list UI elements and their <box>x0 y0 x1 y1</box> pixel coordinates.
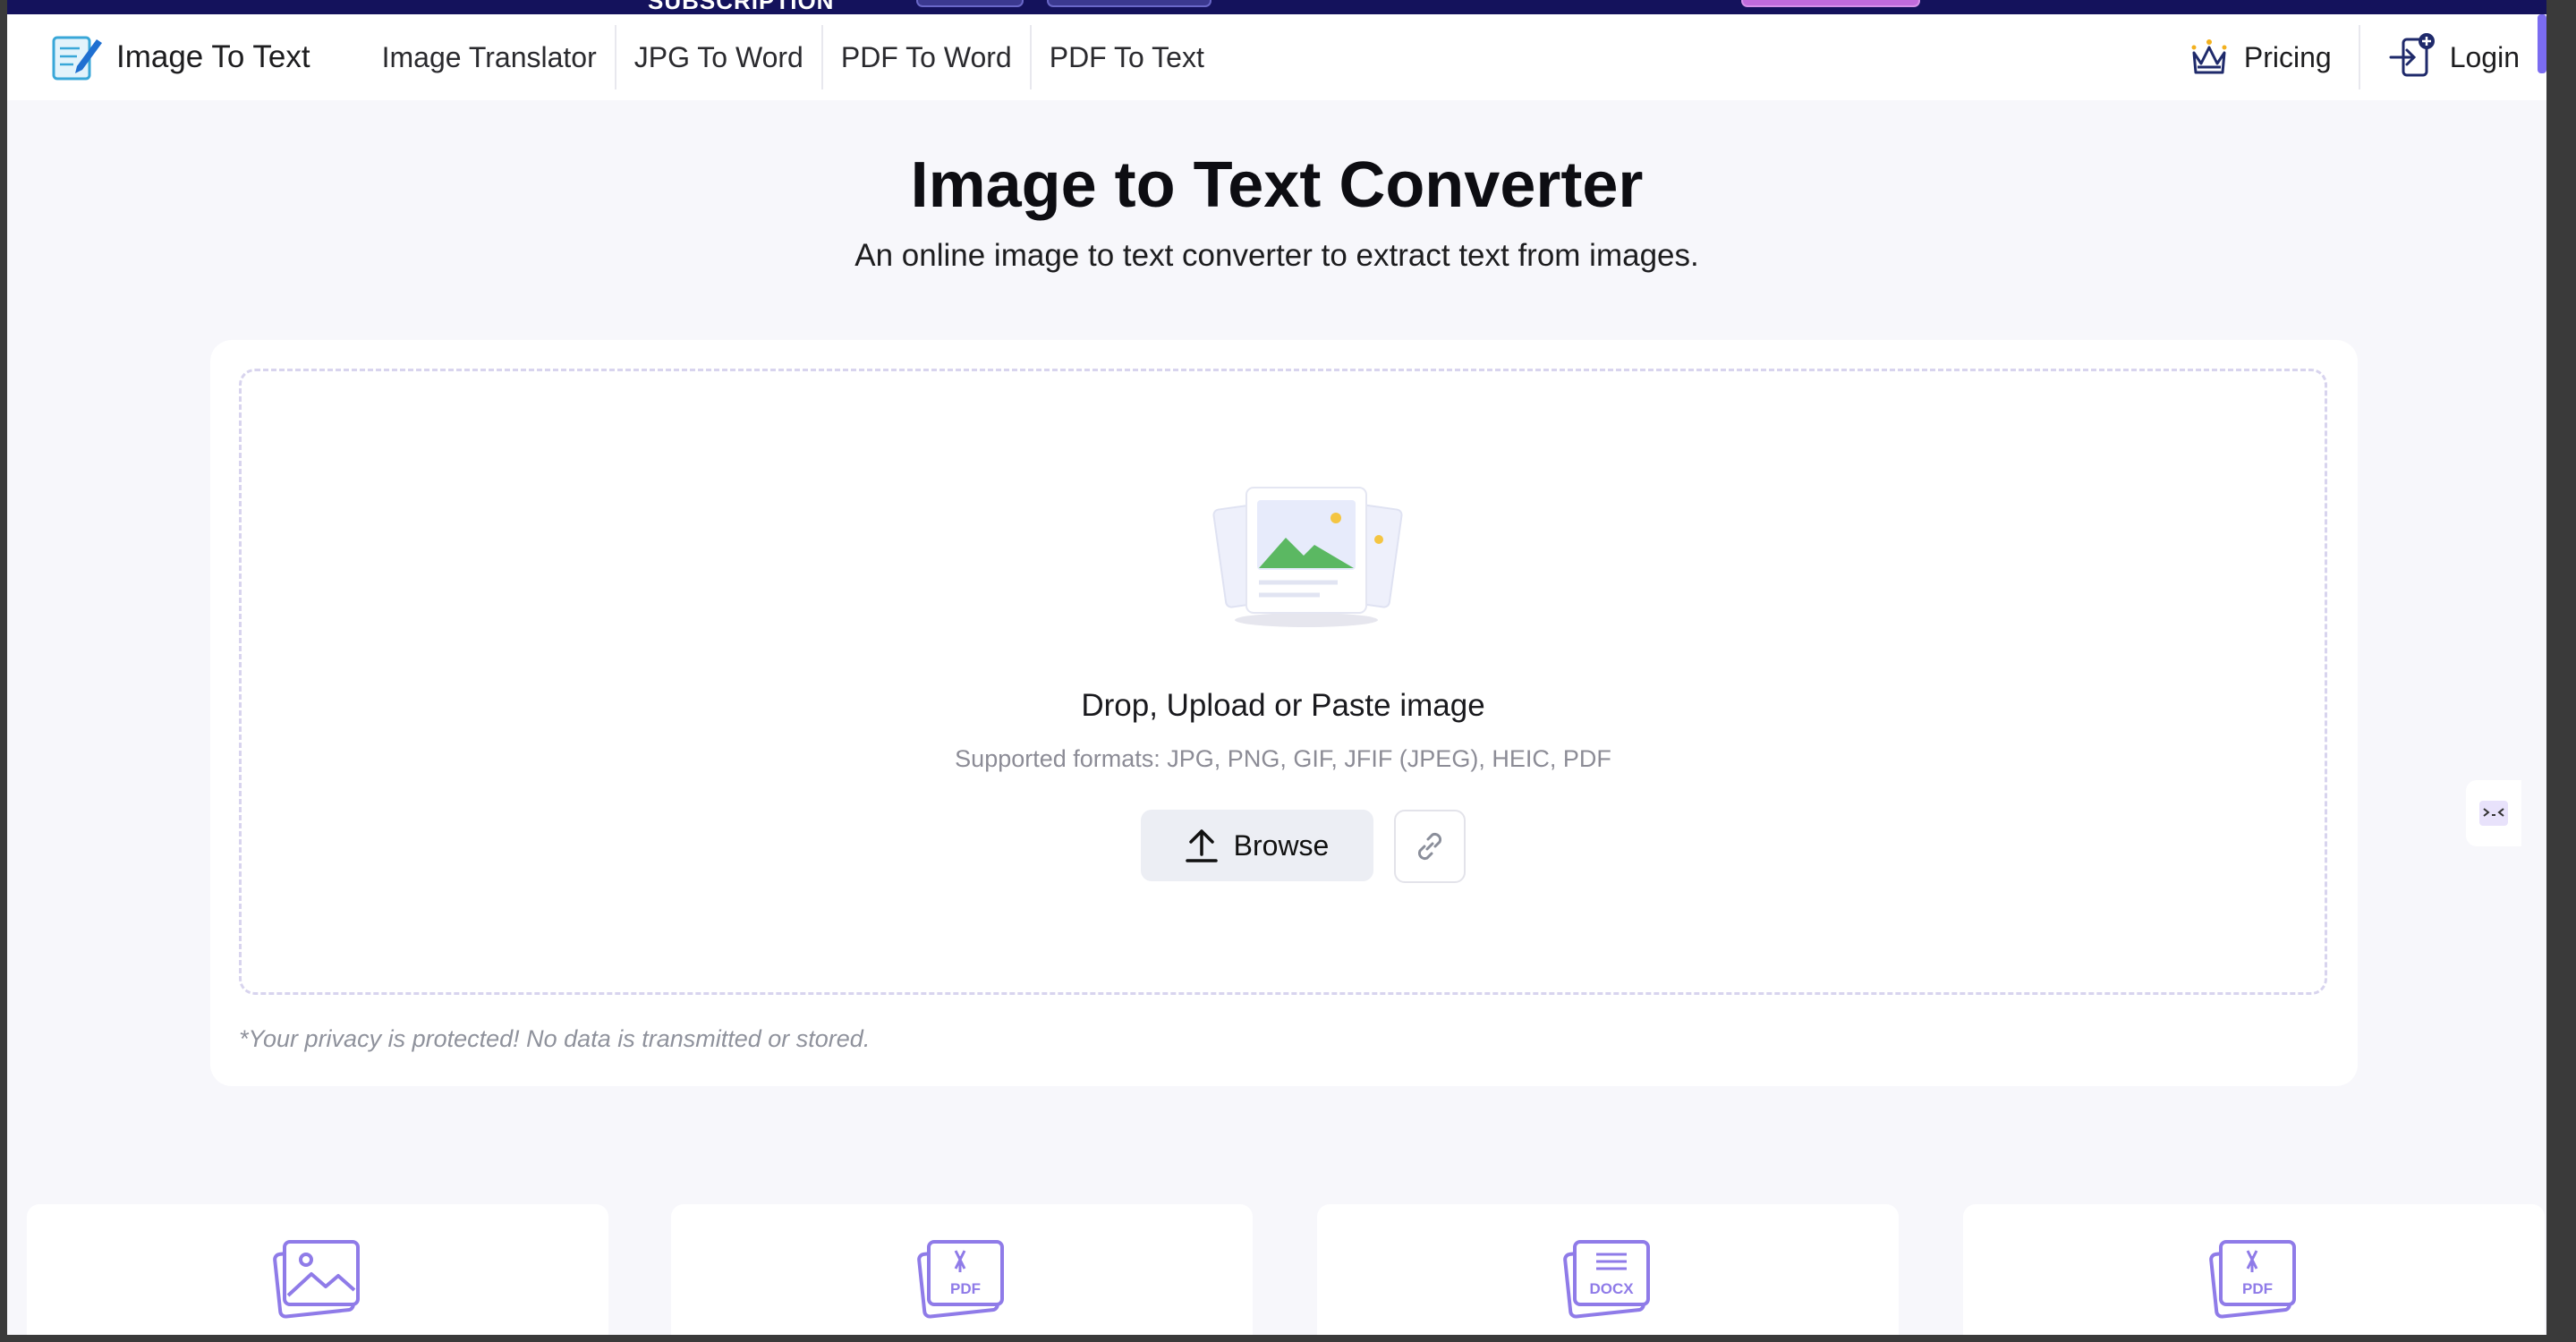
login-link[interactable]: Login <box>2360 25 2546 89</box>
pricing-link[interactable]: Pricing <box>2160 25 2359 89</box>
docx-file-icon: DOCX <box>1563 1240 1650 1319</box>
login-icon <box>2389 33 2435 77</box>
tool-card-pdf-text[interactable]: PDF <box>1963 1204 2545 1335</box>
pdf-file-icon: PDF <box>917 1240 1004 1319</box>
pdf-badge: PDF <box>2242 1280 2273 1297</box>
docx-badge: DOCX <box>1589 1280 1634 1297</box>
pdf-file-icon: PDF <box>2209 1240 2296 1319</box>
nav-jpg-to-word[interactable]: JPG To Word <box>616 25 823 89</box>
side-panel-toggle[interactable] <box>2466 780 2521 846</box>
banner-text: SUBSCRIPTION <box>648 0 835 14</box>
browser-viewport: SUBSCRIPTION Image To Text Image Transla… <box>7 0 2546 1335</box>
link-icon <box>1417 832 1442 861</box>
nav-pdf-to-word[interactable]: PDF To Word <box>823 25 1032 89</box>
crown-icon <box>2191 39 2227 74</box>
image-icon <box>273 1240 360 1319</box>
browse-button[interactable]: Browse <box>1141 810 1373 881</box>
browse-label: Browse <box>1233 828 1330 862</box>
nav-pdf-to-text[interactable]: PDF To Text <box>1032 25 1222 89</box>
pricing-label: Pricing <box>2243 40 2332 73</box>
drop-zone[interactable]: Drop, Upload or Paste image Supported fo… <box>239 369 2327 995</box>
brand-logo[interactable]: Image To Text <box>50 32 310 82</box>
promo-banner[interactable]: SUBSCRIPTION <box>7 0 2546 14</box>
banner-pill <box>1047 0 1211 7</box>
privacy-note: *Your privacy is protected! No data is t… <box>239 1025 871 1052</box>
expand-panel-icon <box>2479 801 2508 826</box>
banner-cta[interactable] <box>1741 0 1920 7</box>
login-label: Login <box>2449 40 2520 73</box>
paste-url-button[interactable] <box>1394 810 1466 883</box>
upload-arrow-icon <box>1185 829 1218 862</box>
top-navbar: Image To Text Image Translator JPG To Wo… <box>7 14 2546 100</box>
upload-card: Drop, Upload or Paste image Supported fo… <box>210 340 2358 1086</box>
main-nav: Image Translator JPG To Word PDF To Word… <box>364 25 1222 89</box>
notepad-pen-icon <box>52 36 102 81</box>
drop-prompt: Drop, Upload or Paste image <box>1081 688 1485 723</box>
tool-card-image[interactable] <box>27 1204 608 1335</box>
image-upload-illustration-icon <box>1212 487 1403 627</box>
scrollbar-thumb[interactable] <box>2538 14 2546 73</box>
page-subtitle: An online image to text converter to ext… <box>854 238 1699 273</box>
brand-name: Image To Text <box>116 39 310 74</box>
nav-actions: Pricing Login <box>2160 14 2546 100</box>
supported-formats: Supported formats: JPG, PNG, GIF, JFIF (… <box>955 745 1611 772</box>
page-title: Image to Text Converter <box>910 149 1644 221</box>
tool-card-docx[interactable]: DOCX <box>1317 1204 1899 1335</box>
banner-pill <box>916 0 1024 7</box>
tool-card-pdf[interactable]: PDF <box>671 1204 1253 1335</box>
pdf-badge: PDF <box>950 1280 981 1297</box>
nav-image-translator[interactable]: Image Translator <box>364 25 616 89</box>
